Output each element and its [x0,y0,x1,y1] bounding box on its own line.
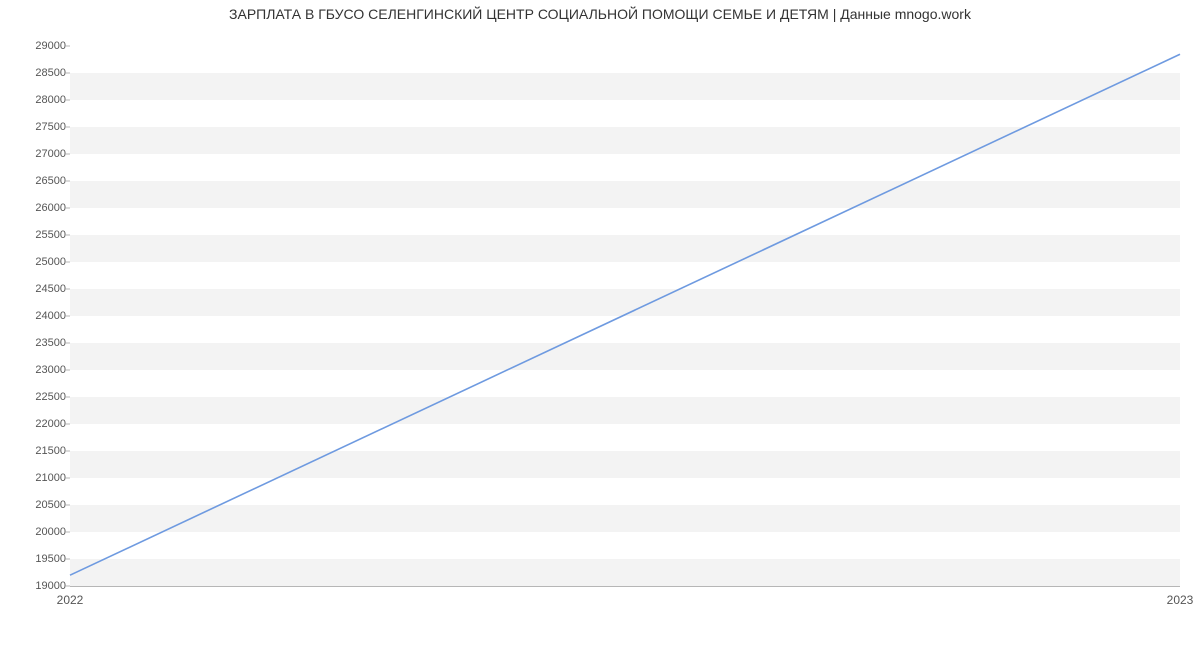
y-tick [66,235,70,236]
line-svg [70,46,1180,586]
x-tick-label: 2023 [1167,593,1194,607]
y-tick-label: 27500 [6,121,66,133]
y-tick [66,73,70,74]
y-tick [66,559,70,560]
y-tick-label: 21000 [6,472,66,484]
y-tick-label: 26500 [6,175,66,187]
y-tick-label: 21500 [6,445,66,457]
y-tick [66,478,70,479]
y-tick [66,424,70,425]
y-tick-label: 22000 [6,418,66,430]
y-tick-label: 23000 [6,364,66,376]
y-tick-label: 24000 [6,310,66,322]
y-tick-label: 23500 [6,337,66,349]
y-tick [66,370,70,371]
y-tick [66,262,70,263]
y-tick-label: 25000 [6,256,66,268]
y-tick [66,505,70,506]
y-tick [66,451,70,452]
y-tick [66,532,70,533]
y-tick-label: 26000 [6,202,66,214]
y-tick [66,289,70,290]
y-tick [66,181,70,182]
y-tick-label: 24500 [6,283,66,295]
y-tick-label: 22500 [6,391,66,403]
y-tick-label: 19500 [6,553,66,565]
y-tick-label: 28500 [6,67,66,79]
y-tick [66,127,70,128]
plot-area [70,46,1180,587]
y-tick-label: 25500 [6,229,66,241]
chart-container: ЗАРПЛАТА В ГБУСО СЕЛЕНГИНСКИЙ ЦЕНТР СОЦИ… [0,0,1200,650]
y-tick-label: 28000 [6,94,66,106]
y-tick [66,586,70,587]
y-tick-label: 29000 [6,40,66,52]
y-tick-label: 27000 [6,148,66,160]
chart-title: ЗАРПЛАТА В ГБУСО СЕЛЕНГИНСКИЙ ЦЕНТР СОЦИ… [0,6,1200,22]
x-tick-label: 2022 [57,593,84,607]
y-tick-label: 19000 [6,580,66,592]
y-tick [66,397,70,398]
y-tick [66,343,70,344]
y-tick [66,208,70,209]
y-tick [66,100,70,101]
y-tick [66,46,70,47]
y-tick [66,316,70,317]
y-tick-label: 20000 [6,526,66,538]
y-tick-label: 20500 [6,499,66,511]
y-tick [66,154,70,155]
series-line [70,54,1180,575]
